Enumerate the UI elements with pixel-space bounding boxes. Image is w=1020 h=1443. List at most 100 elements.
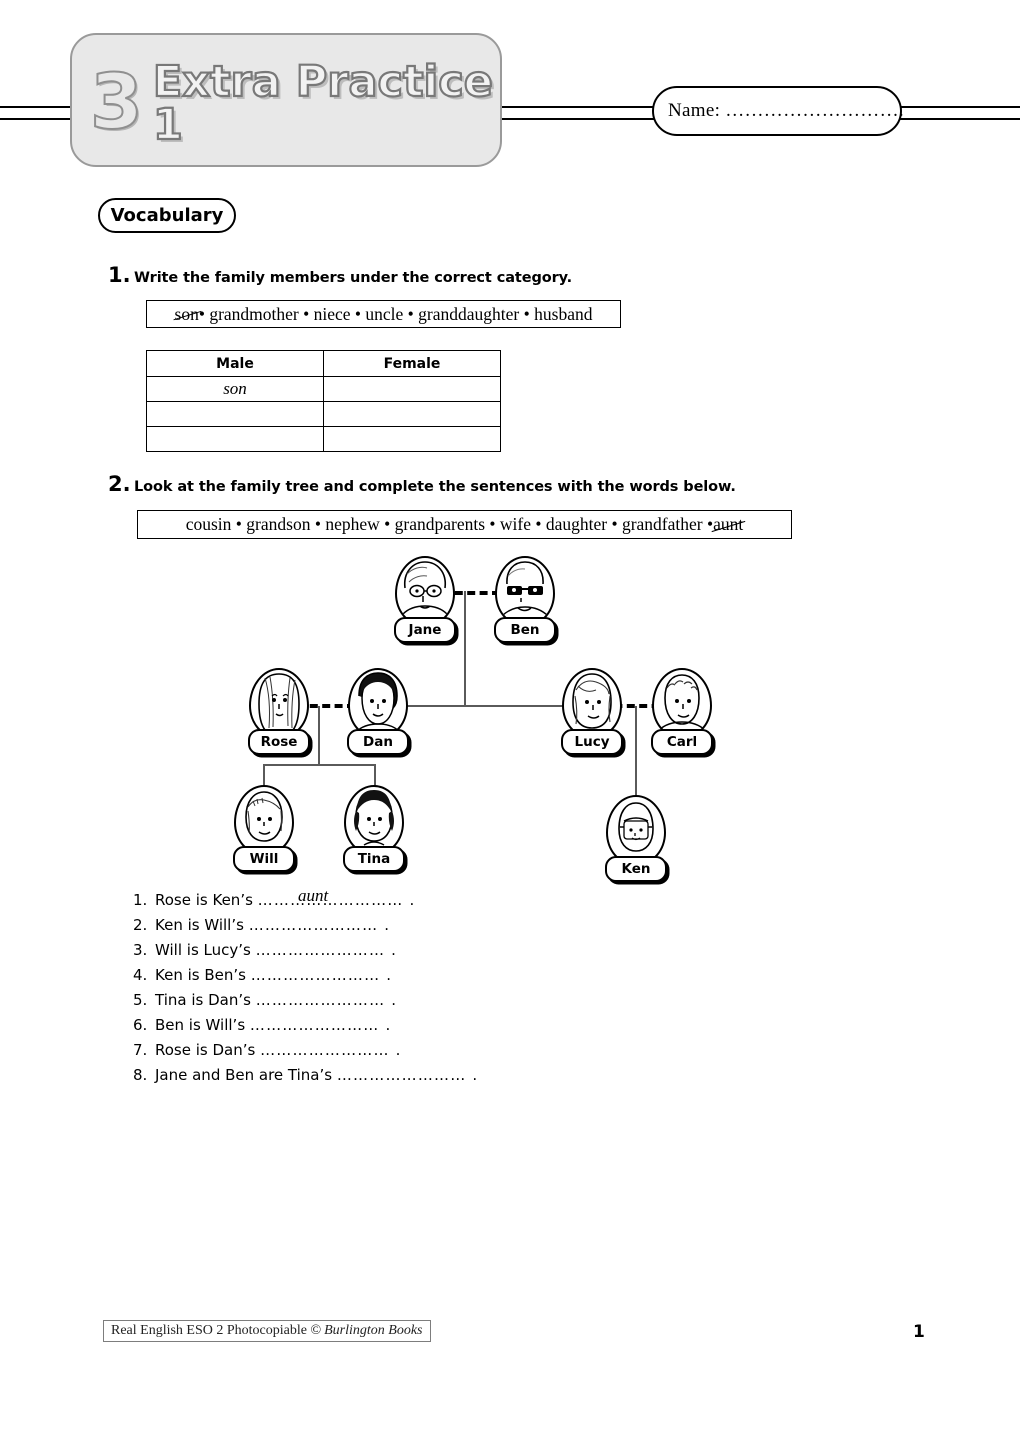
avatar-ben <box>495 556 555 626</box>
exercise-2-sentences: 1. Rose is Ken’s ……………………… . aunt 2. Ken is … <box>133 886 478 1088</box>
table-header-male: Male <box>146 350 324 377</box>
tree-person-jane[interactable]: Jane <box>394 556 456 643</box>
page-number: 1 <box>913 1322 925 1342</box>
descent-line-jane-ben <box>464 591 466 706</box>
sentence-number: 6. <box>133 1016 148 1034</box>
sentence-text: Ken is Will’s <box>155 916 249 934</box>
descent-line-rose-dan <box>318 706 320 766</box>
sentence-answer-blank[interactable]: …………………… . <box>249 916 391 934</box>
sentence-text: Ken is Ben’s <box>155 966 251 984</box>
avatar-tina <box>344 785 404 855</box>
sentence-number: 7. <box>133 1041 148 1059</box>
tree-person-lucy[interactable]: Lucy <box>561 668 623 755</box>
section-tag-label: Vocabulary <box>110 205 224 226</box>
header-rule-mid-upper <box>502 106 654 108</box>
sentence-answer-blank[interactable]: …………………… . <box>337 1066 479 1084</box>
sentence-item[interactable]: 4. Ken is Ben’s …………………… . <box>133 963 478 988</box>
exercise-1-number: 1. <box>108 263 131 287</box>
exercise-1: 1. Write the family members under the co… <box>108 263 808 287</box>
sentence-item[interactable]: 8. Jane and Ben are Tina’s …………………… . <box>133 1063 478 1088</box>
sentence-item[interactable]: 3. Will is Lucy’s …………………… . <box>133 938 478 963</box>
avatar-will <box>234 785 294 855</box>
sentence-text: Tina is Dan’s <box>155 991 256 1009</box>
sentence-item[interactable]: 1. Rose is Ken’s ……………………… . aunt <box>133 886 478 913</box>
exercise-1-heading: 1. Write the family members under the co… <box>108 263 808 287</box>
sentence-answer-blank[interactable]: …………………… . <box>256 991 398 1009</box>
sentence-item[interactable]: 7. Rose is Dan’s …………………… . <box>133 1038 478 1063</box>
sentence-text: Rose is Dan’s <box>155 1041 261 1059</box>
word-bank-2-words: cousin • grandson • nephew • grandparent… <box>185 514 714 534</box>
table-cell-female-1[interactable] <box>323 376 501 402</box>
sentence-answer-blank[interactable]: …………………… . <box>256 941 398 959</box>
header-rule-right-upper <box>900 106 1020 108</box>
sentence-answer-blank[interactable]: …………………… . <box>251 966 393 984</box>
table-cell-male-3[interactable] <box>146 426 324 452</box>
sibling-bar-will-tina <box>263 764 375 766</box>
sentence-number: 3. <box>133 941 148 959</box>
name-field-box[interactable]: Name: ………………………. <box>652 86 904 136</box>
avatar-jane <box>395 556 455 626</box>
tree-label-tina: Tina <box>343 846 405 872</box>
tree-label-ken: Ken <box>605 856 667 882</box>
page-title: Extra Practice 1 <box>152 57 494 150</box>
header-rule-left-upper <box>0 106 72 108</box>
tree-person-ben[interactable]: Ben <box>494 556 556 643</box>
tree-person-ken[interactable]: Ken <box>605 795 667 882</box>
table-cell-male-1[interactable]: son <box>146 376 324 402</box>
exercise-2-instruction: Look at the family tree and complete the… <box>134 479 736 495</box>
header-rule-mid-lower <box>502 118 654 120</box>
tree-label-carl: Carl <box>651 729 713 755</box>
table-cell-female-3[interactable] <box>323 426 501 452</box>
exercise-1-word-bank: son • grandmother • niece • uncle • gran… <box>146 300 621 328</box>
tree-label-ben: Ben <box>494 617 556 643</box>
sentence-text: Rose is Ken’s <box>155 891 258 909</box>
exercise-2-heading: 2. Look at the family tree and complete … <box>108 472 868 496</box>
sentence-text: Ben is Will’s <box>155 1016 250 1034</box>
tree-person-dan[interactable]: Dan <box>347 668 409 755</box>
table-cell-female-2[interactable] <box>323 401 501 427</box>
table-row: son <box>146 376 501 402</box>
sentence-answer-blank[interactable]: …………………… . <box>260 1041 402 1059</box>
unit-number: 3 <box>89 57 144 146</box>
table-header-row: Male Female <box>146 350 501 377</box>
footer-credit: Real English ESO 2 Photocopiable © Burli… <box>103 1320 431 1342</box>
sentence-text: Jane and Ben are Tina’s <box>155 1066 337 1084</box>
footer-publisher: Burlington Books <box>324 1323 423 1338</box>
sentence-item[interactable]: 5. Tina is Dan’s …………………… . <box>133 988 478 1013</box>
sentence-number: 2. <box>133 916 148 934</box>
tree-person-carl[interactable]: Carl <box>651 668 713 755</box>
avatar-ken <box>606 795 666 865</box>
avatar-rose <box>249 668 309 738</box>
tree-label-lucy: Lucy <box>561 729 623 755</box>
sentence-answer-blank[interactable]: ……………………… . <box>258 891 416 909</box>
sentence-number: 5. <box>133 991 148 1009</box>
header-rule-right-lower <box>900 118 1020 120</box>
tree-label-rose: Rose <box>248 729 310 755</box>
avatar-carl <box>652 668 712 738</box>
sentence-text: Will is Lucy’s <box>155 941 256 959</box>
sentence-number: 4. <box>133 966 148 984</box>
family-tree: Jane Ben Rose Dan Lucy Carl Will Tina Ke… <box>230 548 750 882</box>
sentence-item[interactable]: 2. Ken is Will’s …………………… . <box>133 913 478 938</box>
sentence-answer-blank[interactable]: …………………… . <box>250 1016 392 1034</box>
tree-label-will: Will <box>233 846 295 872</box>
word-bank-2-crossed-word: aunt <box>713 514 744 534</box>
male-female-table: Male Female son <box>146 350 501 452</box>
sentence-item[interactable]: 6. Ben is Will’s …………………… . <box>133 1013 478 1038</box>
avatar-dan <box>348 668 408 738</box>
sentence-number: 1. <box>133 891 148 909</box>
word-bank-1-crossed-word: son <box>174 303 199 324</box>
table-cell-male-2[interactable] <box>146 401 324 427</box>
descent-line-ken <box>635 706 637 800</box>
table-header-female: Female <box>323 350 501 377</box>
table-row <box>146 426 501 452</box>
table-row <box>146 401 501 427</box>
tree-person-tina[interactable]: Tina <box>343 785 405 872</box>
section-tag-vocabulary: Vocabulary <box>98 198 236 233</box>
tree-person-rose[interactable]: Rose <box>248 668 310 755</box>
exercise-1-instruction: Write the family members under the corre… <box>134 270 573 286</box>
exercise-2-word-bank: cousin • grandson • nephew • grandparent… <box>137 510 792 539</box>
tree-label-jane: Jane <box>394 617 456 643</box>
avatar-lucy <box>562 668 622 738</box>
tree-person-will[interactable]: Will <box>233 785 295 872</box>
